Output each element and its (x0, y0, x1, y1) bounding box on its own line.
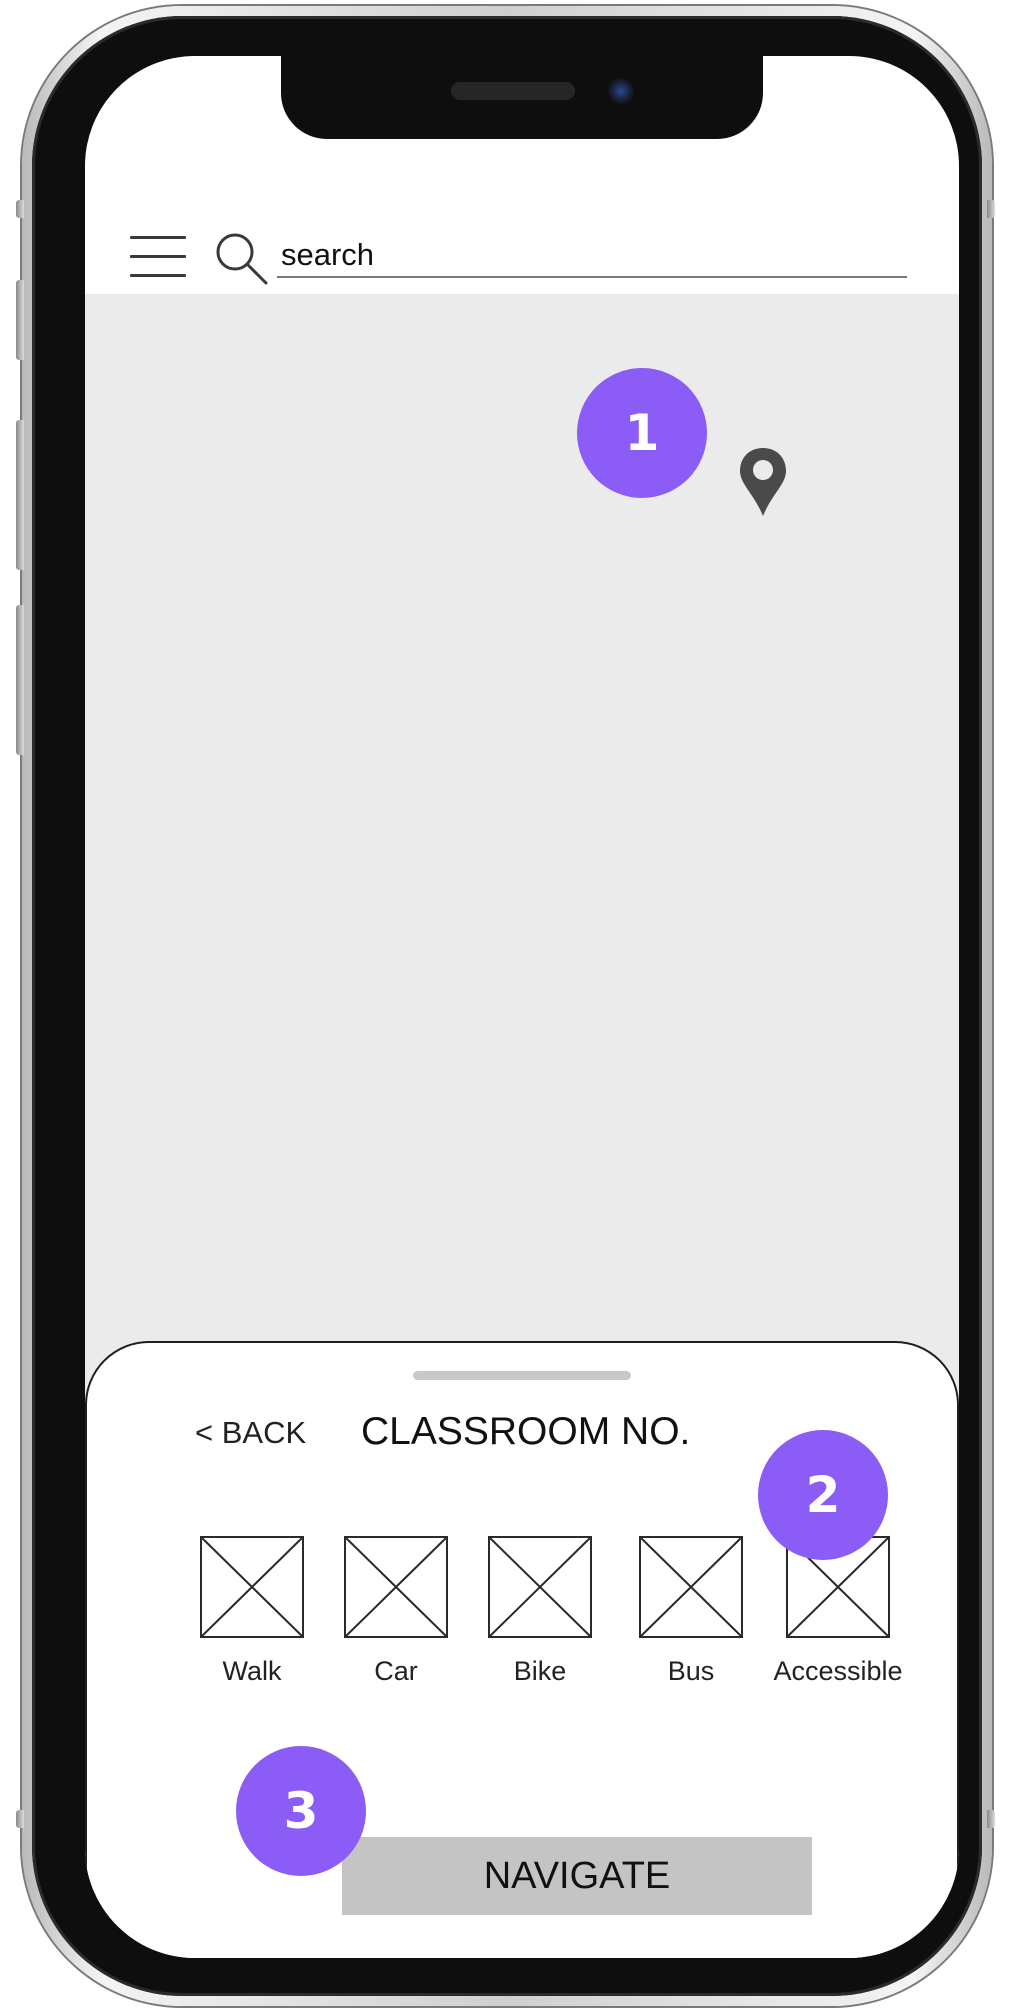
frame-antenna-line (987, 1810, 995, 1828)
notch (281, 56, 763, 139)
image-placeholder-icon (200, 1536, 304, 1638)
search-input[interactable] (277, 234, 907, 278)
sheet-drag-handle[interactable] (413, 1371, 631, 1380)
mode-label: Bus (667, 1656, 715, 1686)
frame-antenna-line (16, 200, 24, 218)
mode-label: Walk (222, 1656, 282, 1686)
phone-screen: < BACK CLASSROOM NO. Walk Car (85, 56, 959, 1958)
image-placeholder-icon (488, 1536, 592, 1638)
frame-antenna-line (16, 1810, 24, 1828)
volume-down-button (16, 605, 24, 755)
mode-accessible-option[interactable]: Accessible (773, 1536, 903, 1687)
image-placeholder-icon (344, 1536, 448, 1638)
hamburger-menu-icon[interactable] (130, 234, 186, 280)
back-button[interactable]: < BACK (195, 1415, 306, 1451)
step-marker-2: 2 (758, 1430, 888, 1560)
front-camera (608, 78, 634, 104)
mode-label: Bike (513, 1656, 567, 1686)
step-marker-3: 3 (236, 1746, 366, 1876)
destination-title: CLASSROOM NO. (361, 1410, 691, 1453)
step-marker-1: 1 (577, 368, 707, 498)
mode-bike-option[interactable]: Bike (475, 1536, 605, 1687)
frame-antenna-line (987, 200, 995, 218)
speaker-grille (451, 82, 575, 100)
volume-up-button (16, 420, 24, 570)
map-view[interactable] (85, 294, 959, 1404)
image-placeholder-icon (639, 1536, 743, 1638)
search-icon[interactable] (213, 230, 269, 286)
mode-label: Car (374, 1656, 418, 1686)
search-bar (85, 216, 959, 296)
mode-label: Accessible (773, 1656, 903, 1686)
mode-car-option[interactable]: Car (331, 1536, 461, 1687)
mode-bus-option[interactable]: Bus (626, 1536, 756, 1687)
mode-walk-option[interactable]: Walk (187, 1536, 317, 1687)
silent-switch (16, 280, 24, 360)
map-pin-icon[interactable] (738, 446, 788, 518)
navigate-button[interactable]: NAVIGATE (342, 1837, 812, 1915)
